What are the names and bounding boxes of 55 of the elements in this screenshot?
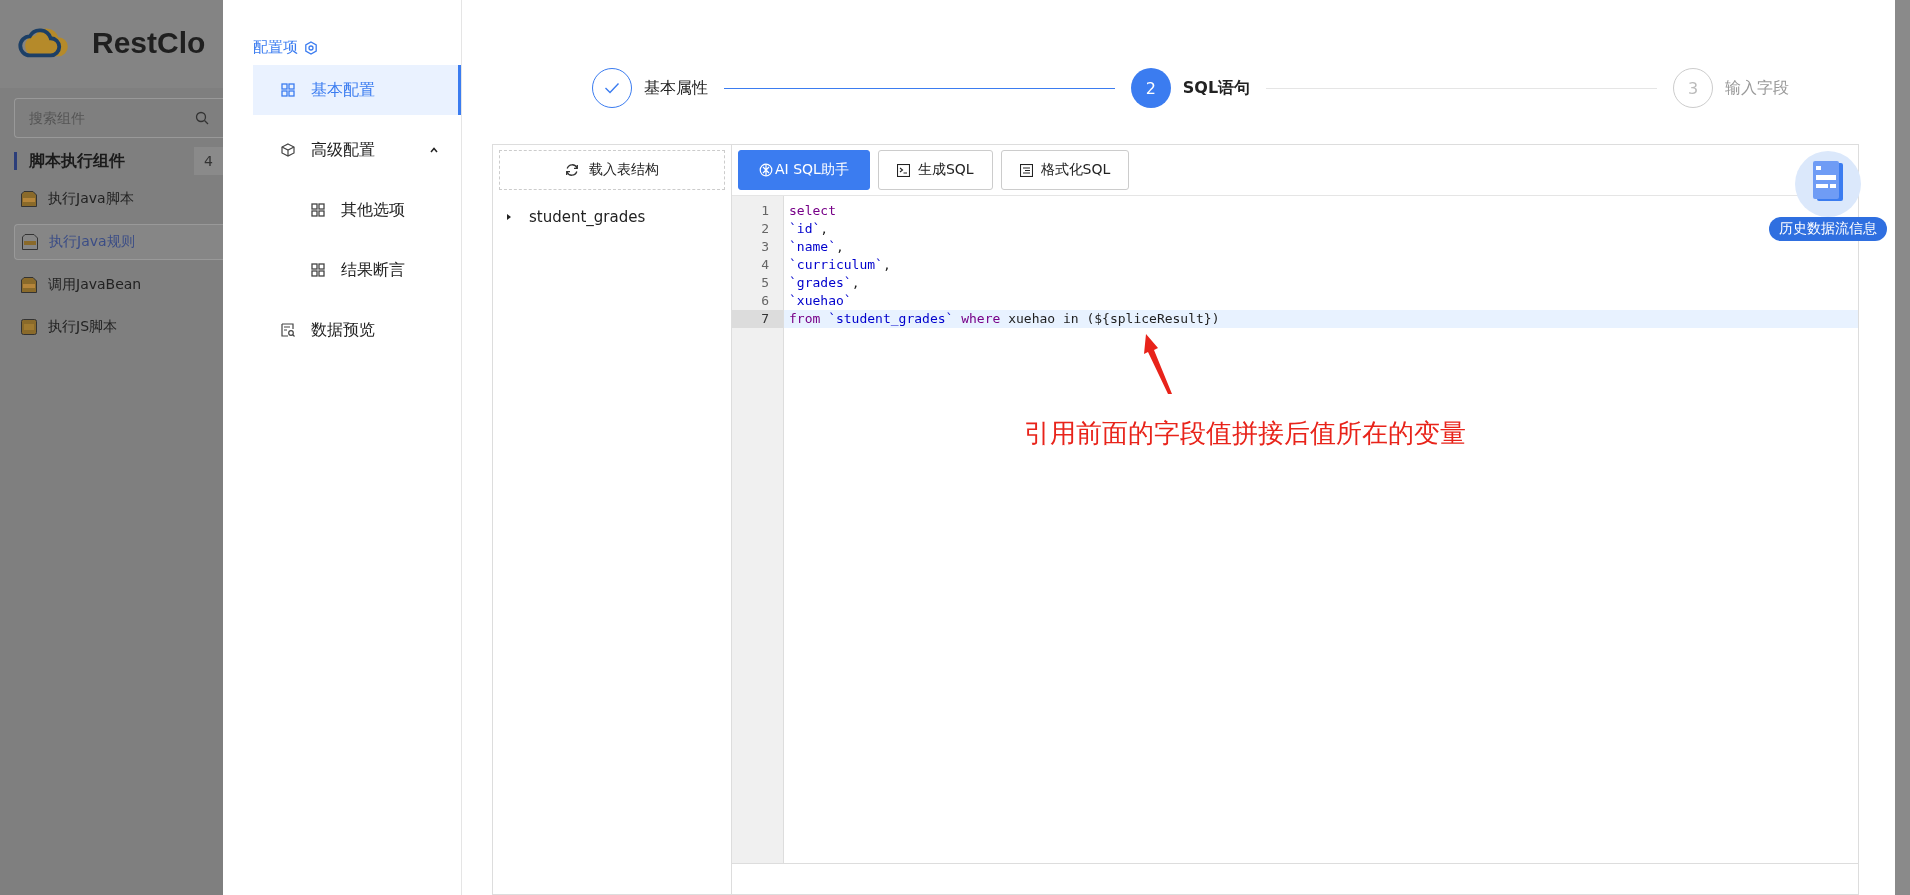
component-item[interactable]: 执行JS脚本 [14,310,223,344]
settings-icon [304,40,318,55]
search-icon [195,111,209,125]
logo-text: RestClo [92,26,206,60]
line-number: 7 [732,310,783,328]
refresh-icon [565,163,579,177]
scrollbar[interactable] [1895,0,1910,895]
line-number: 3 [760,238,770,256]
toolbar-button[interactable]: AI SQL助手 [738,150,870,190]
terminal-icon [896,163,910,177]
step-label: 输入字段 [1725,77,1789,99]
expand-arrow-icon[interactable] [505,213,513,221]
document-icon[interactable] [1795,151,1861,217]
menu-item[interactable]: 高级配置 [253,125,461,175]
grid-icon [281,83,295,97]
line-number: 4 [760,256,770,274]
component-item[interactable]: 执行Java脚本 [14,182,223,216]
table-name[interactable]: student_grades [529,208,646,226]
group-title: 脚本执行组件 [29,150,125,172]
menu-item[interactable]: 基本配置 [253,65,461,115]
menu-item[interactable]: 数据预览 [253,305,461,355]
list-icon [1019,163,1033,177]
step-number: 2 [1130,68,1171,108]
code-line: select [789,203,836,218]
code-line: `xuehao` [789,293,852,308]
menu-item[interactable]: 其他选项 [253,185,461,235]
code-line: from `student_grades` where xuehao in (${spliceResult}) [789,311,1220,326]
step-label: SQL语句 [1182,77,1251,99]
menu-item[interactable]: 结果断言 [253,245,461,295]
js-file-icon [20,318,38,336]
grid-icon [311,263,325,277]
step-label: 基本属性 [644,77,708,99]
grid-icon [311,203,325,217]
history-badge[interactable]: 历史数据流信息 [1769,217,1887,241]
component-item[interactable]: 调用JavaBean [14,268,223,302]
count-badge: 4 [194,147,223,175]
line-number: 6 [760,292,770,310]
code-line: `id`, [789,221,829,236]
code-line: `name`, [789,239,844,254]
swirl-icon [759,163,773,177]
toolbar-button[interactable]: 生成SQL [877,150,993,190]
section-title: 配置项 [253,38,298,57]
line-number: 5 [760,274,770,292]
document-search-icon [281,323,295,337]
load-structure-button[interactable]: 载入表结构 [499,150,725,190]
cube-icon [281,143,295,157]
code-line: `curriculum`, [789,257,891,272]
file-icon [21,233,39,251]
file-icon [20,190,38,208]
check-icon [604,82,620,94]
line-number: 1 [760,202,770,220]
file-icon [20,276,38,294]
toolbar-button[interactable]: 格式化SQL [1000,150,1130,190]
line-number: 2 [760,220,770,238]
code-line: `grades`, [789,275,860,290]
